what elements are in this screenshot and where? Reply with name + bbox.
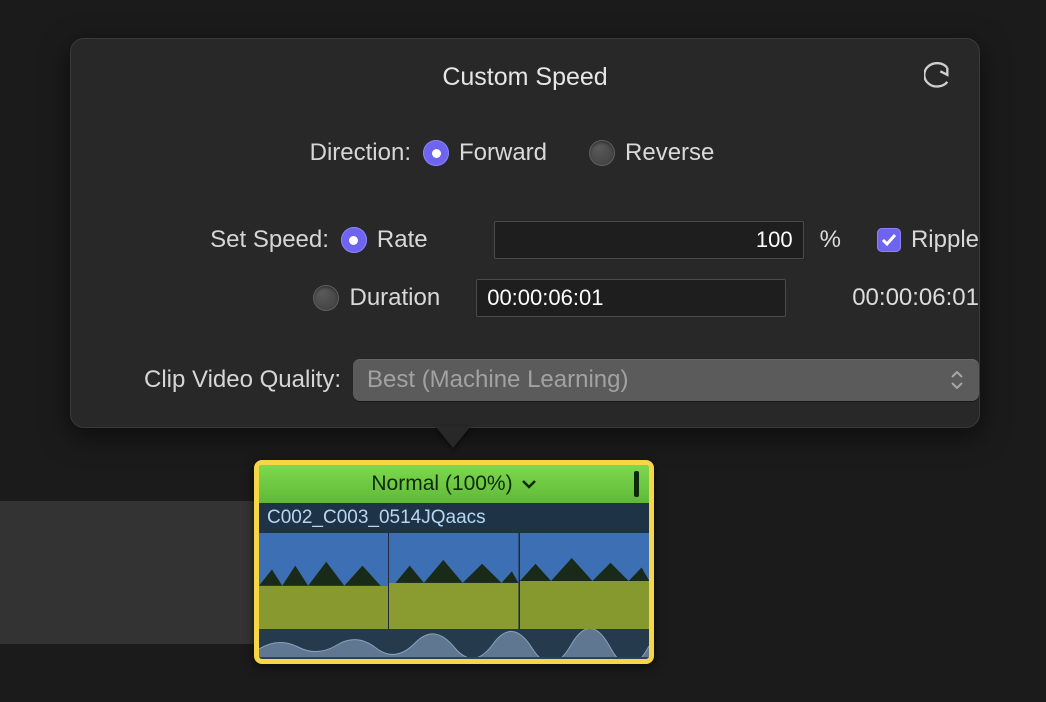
radio-forward-label: Forward [459,139,547,167]
label-direction: Direction: [71,139,423,167]
rate-input[interactable] [494,221,804,259]
radio-dot-icon [341,227,367,253]
popover-tail [435,426,471,448]
radio-rate-label: Rate [377,226,428,254]
duration-controls: Duration 00:00:06:01 [313,279,979,317]
label-quality: Clip Video Quality: [71,366,353,394]
quality-controls: Best (Machine Learning) [353,359,979,401]
undo-button[interactable] [921,61,955,95]
undo-icon [924,62,952,95]
radio-duration-label: Duration [349,284,440,312]
chevron-down-icon [521,478,537,490]
radio-dot-icon [589,140,615,166]
row-quality: Clip Video Quality: Best (Machine Learni… [71,359,979,401]
timeline-track[interactable] [0,501,254,644]
duration-input[interactable] [476,279,786,317]
radio-dot-icon [423,140,449,166]
ripple-checkbox[interactable]: Ripple [877,226,979,254]
panel-title: Custom Speed [71,63,979,92]
checkmark-icon [877,228,901,252]
clip-speed-bar[interactable]: Normal (100%) [259,465,649,503]
clip-name: C002_C003_0514JQaacs [259,503,649,533]
clip-thumbnails [259,533,649,629]
radio-reverse-label: Reverse [625,139,714,167]
updown-icon [951,371,967,389]
radio-rate[interactable]: Rate [341,226,428,254]
direction-controls: Forward Reverse [423,139,742,167]
thumbnail-icon [389,533,519,629]
row-rate: Set Speed: Rate % Ripple [71,221,979,259]
quality-dropdown[interactable]: Best (Machine Learning) [353,359,979,401]
quality-selected: Best (Machine Learning) [367,366,628,394]
source-duration: 00:00:06:01 [852,284,979,312]
clip-speed-label: Normal (100%) [371,472,512,496]
label-set-speed: Set Speed: [71,226,341,254]
thumbnail-icon [520,533,649,629]
row-duration: Duration 00:00:06:01 [71,279,979,317]
radio-forward[interactable]: Forward [423,139,547,167]
radio-duration[interactable]: Duration [313,284,440,312]
thumbnail-icon [259,533,389,629]
rate-controls: Rate % Ripple [341,221,979,259]
custom-speed-panel: Custom Speed Direction: Forward Reverse [70,38,980,428]
rate-unit: % [818,226,841,254]
form: Direction: Forward Reverse Set Speed: [71,139,979,401]
speed-handle[interactable] [634,471,639,497]
ripple-label: Ripple [911,226,979,254]
timeline-clip[interactable]: Normal (100%) C002_C003_0514JQaacs [254,460,654,664]
row-direction: Direction: Forward Reverse [71,139,979,167]
radio-reverse[interactable]: Reverse [589,139,714,167]
radio-dot-icon [313,285,339,311]
audio-waveform [259,629,649,657]
